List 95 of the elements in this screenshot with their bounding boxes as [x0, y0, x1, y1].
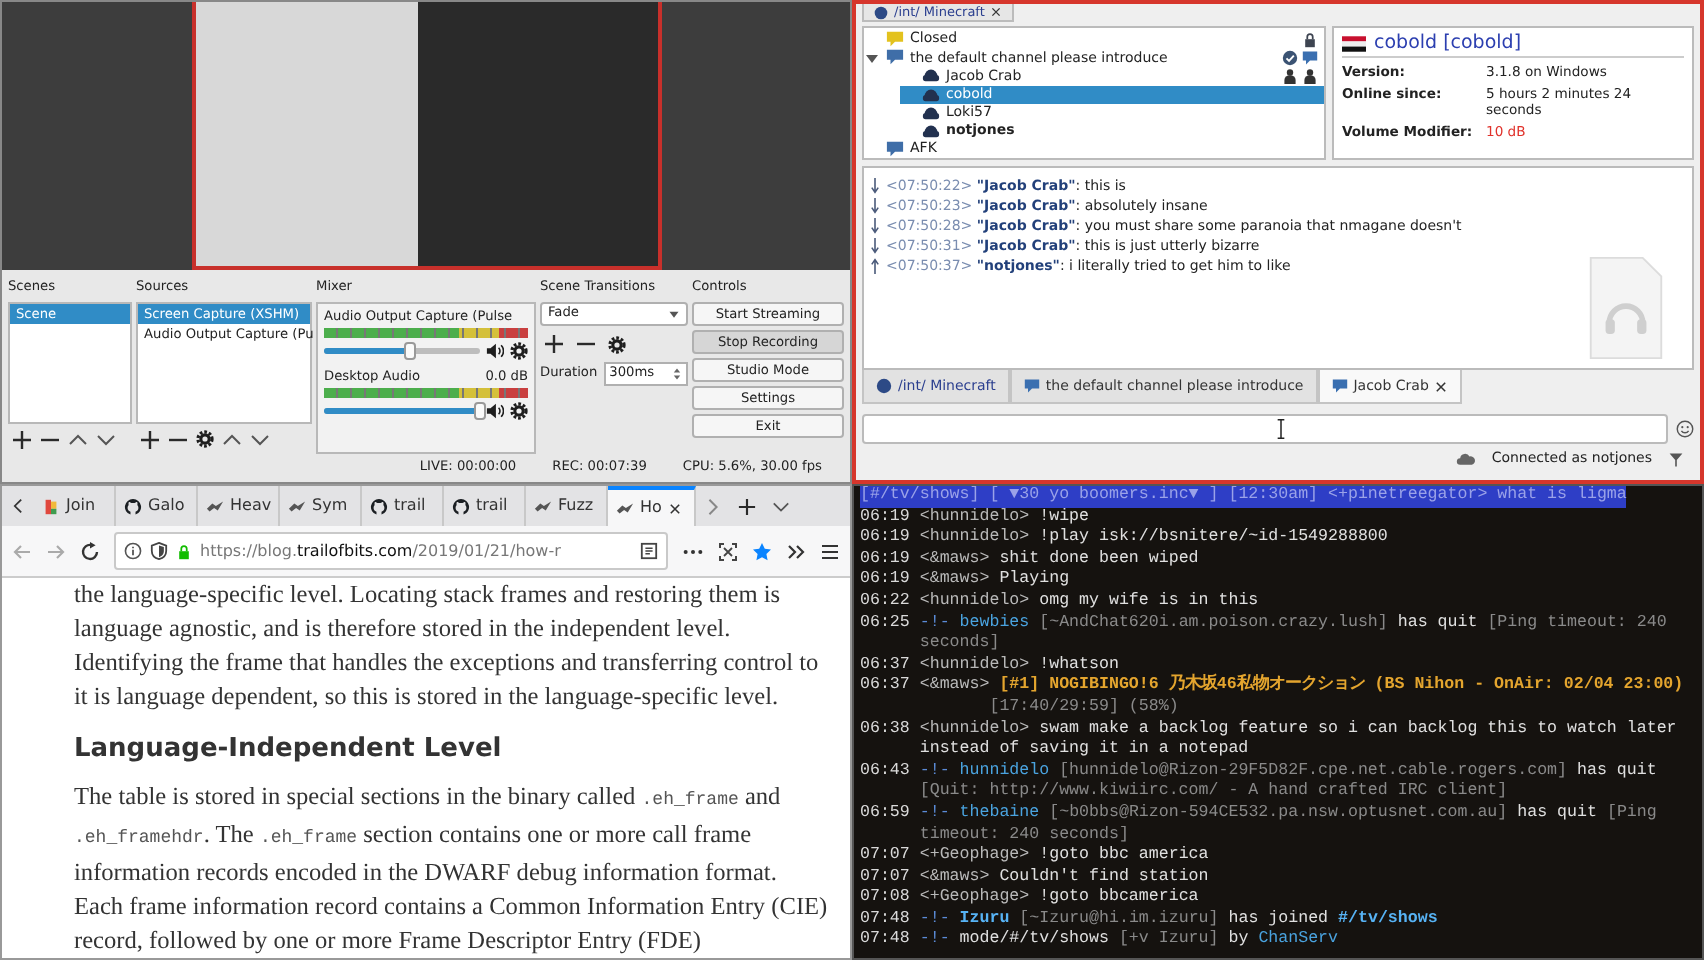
- reader-view-icon[interactable]: [640, 542, 658, 560]
- chevron-up-icon[interactable]: [68, 429, 88, 449]
- timestamp: 06:19: [860, 549, 912, 571]
- plus-icon[interactable]: [140, 429, 160, 449]
- irc-line-text: -!- thebaine [~b0bbs@Rizon-594CE532.pa.nsw.optusnet.com.au] has quit [Ping timeout: 240 seconds]: [919, 803, 1659, 846]
- arrow-down-icon: [870, 238, 880, 254]
- overflow-icon[interactable]: [786, 541, 806, 561]
- screenshot-icon[interactable]: [718, 541, 738, 561]
- chevron-down-icon[interactable]: [250, 429, 270, 449]
- slider-thumb[interactable]: [403, 342, 416, 360]
- cat-logo-icon: [370, 497, 388, 515]
- reload-icon[interactable]: [80, 541, 100, 561]
- timestamp: 06:38: [860, 719, 912, 742]
- headset-icon: [922, 122, 940, 141]
- timestamp: 06:19: [860, 507, 912, 529]
- close-icon[interactable]: [667, 501, 682, 515]
- star-icon[interactable]: [752, 541, 772, 561]
- timestamp: 06:25: [860, 613, 912, 636]
- irc-line-text: <&maws> Couldn't find station: [919, 867, 1211, 888]
- irc-line-text: <hunnidelo> !whatson: [919, 655, 1121, 676]
- irc-line-text: <+Geophage> !goto bbcamerica: [919, 888, 1201, 910]
- irc-line-text: <hunnidelo> omg my wife is in this: [919, 591, 1261, 614]
- cloud-icon: [1455, 452, 1476, 466]
- timestamp: 07:07: [860, 846, 912, 868]
- spinner-icon: [672, 366, 682, 382]
- chevron-right-icon[interactable]: [704, 497, 722, 515]
- arrow-down-icon: [870, 178, 880, 194]
- speaker-icon[interactable]: [486, 342, 504, 360]
- close-icon[interactable]: [1434, 379, 1449, 393]
- irc-line-text: <hunnidelo> !wipe: [919, 507, 1092, 528]
- timestamp: 07:08: [860, 888, 912, 910]
- irc-line-text: -!- bewbies [~AndChat620i.am.poison.crazy.lush] has quit [Ping timeout: 240 seconds]: [919, 613, 1669, 656]
- timestamp: 06:37: [860, 655, 912, 677]
- settings-icon[interactable]: [510, 342, 528, 360]
- speech-bubble-icon: [1023, 378, 1040, 394]
- chevron-down-icon[interactable]: [96, 429, 116, 449]
- speech-bubble-icon: [1331, 378, 1348, 394]
- timestamp: 07:48: [860, 930, 912, 953]
- timestamp: 07:07: [860, 867, 912, 889]
- address-bar[interactable]: https://blog.trailofbits.com/2019/01/21/how-r: [114, 532, 668, 570]
- timestamp: 06:22: [860, 591, 912, 614]
- settings-icon[interactable]: [196, 430, 214, 448]
- menu-icon[interactable]: [820, 541, 840, 561]
- irc-line-text: -!- Izuru [~Izuru@hi.im.izuru] has joined #/tv/shows: [919, 909, 1440, 930]
- timestamp: 06:19: [860, 528, 912, 550]
- settings-icon[interactable]: [608, 335, 626, 353]
- irc-line-text: <&maws> shit done been wiped: [919, 549, 1201, 570]
- chevron-up-icon[interactable]: [222, 429, 242, 449]
- more-icon[interactable]: [682, 547, 704, 555]
- shield-icon: [150, 542, 168, 560]
- speaker-icon[interactable]: [486, 402, 504, 420]
- browser-tab[interactable]: Ho: [608, 486, 696, 526]
- irc-line-text: -!- mode/#/tv/shows [+v Izuru] by ChanServ: [919, 930, 1341, 953]
- timestamp: 06:43: [860, 761, 912, 784]
- timestamp: 07:48: [860, 909, 912, 931]
- plus-icon[interactable]: [738, 497, 756, 515]
- slider-thumb[interactable]: [474, 402, 486, 420]
- cat-logo-icon: [452, 497, 470, 515]
- volume-slider[interactable]: [324, 348, 480, 354]
- flag-icon: [1342, 35, 1366, 51]
- globe-icon: [876, 378, 892, 394]
- chevron-down-icon[interactable]: [772, 497, 790, 515]
- arrow-down-icon: [870, 198, 880, 214]
- irc-line-text: <&maws> [#1] NOGIBINGO!6 乃木坂46私物オークション (BS Nihon - OnAir: 02/04 23:00): [919, 676, 1686, 698]
- timestamp: 06:37: [860, 676, 912, 698]
- user-title: cobold [cobold]: [1374, 32, 1522, 54]
- chevron-left-icon[interactable]: [10, 498, 26, 514]
- lock-icon: [176, 543, 192, 559]
- article-heading: Language-Independent Level: [74, 734, 504, 766]
- info-icon: [124, 542, 142, 560]
- emoji-icon[interactable]: [1676, 420, 1694, 438]
- figure-icon: [42, 497, 60, 515]
- settings-icon[interactable]: [510, 402, 528, 420]
- irc-line-text: <+Geophage> !goto bbc america: [919, 846, 1211, 868]
- irc-line-text: -!- hunnidelo [hunnidelo@Rizon-29F5D82F.cpe.net.cable.rogers.com] has quit [Quit: http://www.kiwiirc.com/ - A hand crafted IRC client]: [919, 761, 1659, 804]
- article-paragraph: the language-specific level. Locating stack frames and restoring them is language agnostic, and is therefore stored in the independent level. Identifying the frame that handles the exceptions and transferring control to it is language dependent, so this is stored in the language-specific level.: [74, 578, 821, 714]
- close-icon[interactable]: [990, 6, 1003, 18]
- volume-slider[interactable]: [324, 408, 480, 414]
- caret-icon: [668, 308, 680, 320]
- globe-icon: [874, 5, 888, 19]
- timestamp: 06:19: [860, 570, 912, 592]
- plus-icon[interactable]: [544, 334, 564, 354]
- irc-line-text: <&maws> Playing: [919, 570, 1072, 592]
- message-input[interactable]: [862, 414, 1668, 444]
- arrow-up-icon: [870, 258, 880, 274]
- irc-line-text: <hunnidelo> !play isk://bsnitere/~id-1549288800: [919, 528, 1390, 550]
- timestamp: 06:59: [860, 803, 912, 826]
- plus-icon[interactable]: [12, 429, 32, 449]
- arrow-down-icon: [870, 218, 880, 234]
- article-paragraph: The table is stored in special sections in the binary called .eh_frame and .eh_framehdr. The .eh_frame section contains one or more call frame information records encoded in the DWARF debug information format. Each frame information record contains a Common Information Entry (CIE) record, followed by one or more Frame Descriptor Entry (FDE): [74, 779, 830, 958]
- cat-logo-icon: [124, 497, 142, 515]
- caret-icon[interactable]: [864, 49, 880, 66]
- irc-line-text: [17:40/29:59] (58%): [987, 697, 1181, 720]
- headset-page-drawing: [1588, 256, 1664, 360]
- text-cursor-icon: [1276, 418, 1286, 440]
